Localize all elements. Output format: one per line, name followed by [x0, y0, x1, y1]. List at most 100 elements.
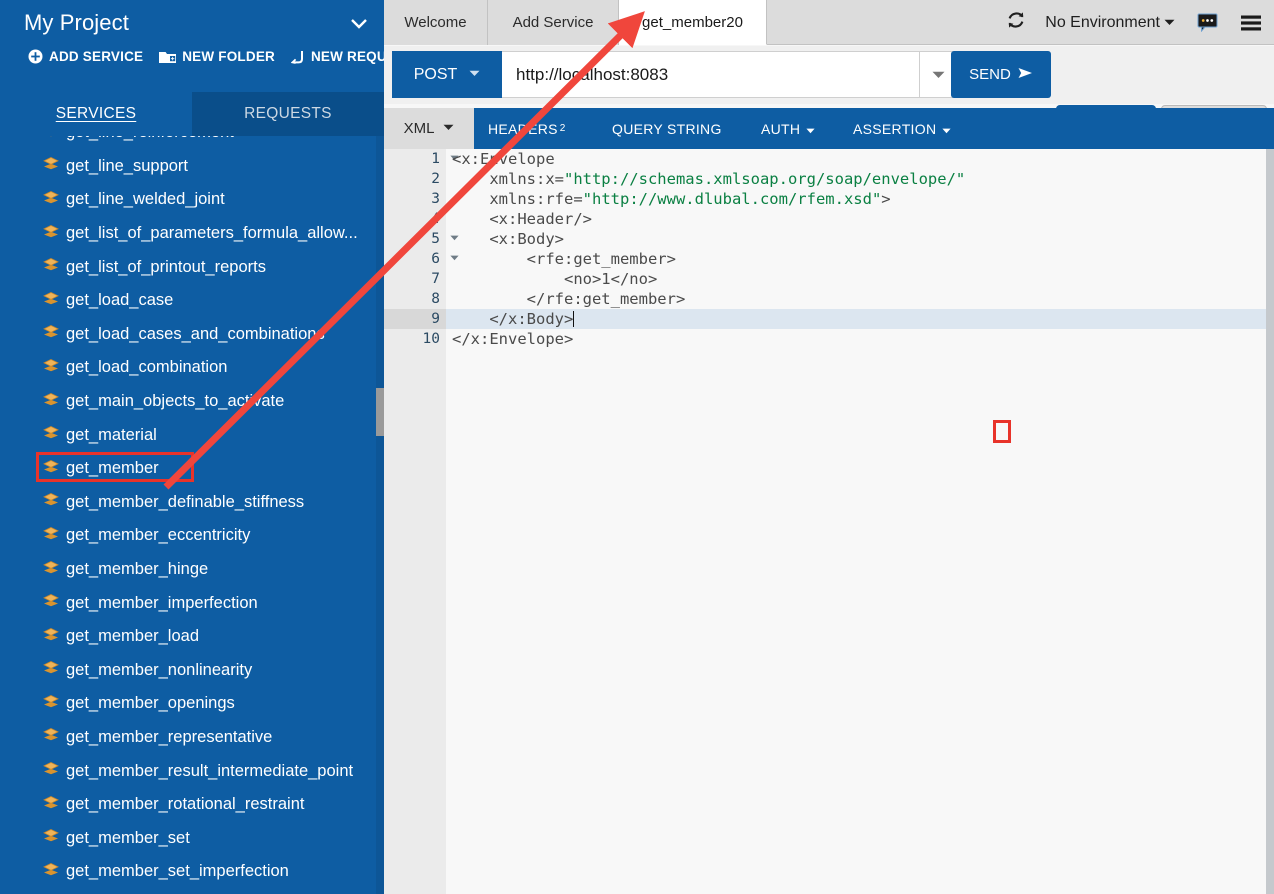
service-item[interactable]: get_member_load — [0, 620, 384, 654]
service-item[interactable]: get_list_of_parameters_formula_allow... — [0, 217, 384, 251]
new-request-button[interactable]: NEW REQUEST — [290, 49, 384, 64]
body-type-label: XML — [403, 120, 435, 137]
service-item-label: get_member_nonlinearity — [66, 660, 253, 679]
refresh-icon[interactable] — [1005, 9, 1027, 36]
tab-get-member20[interactable]: get_member20 — [619, 0, 767, 45]
add-service-button[interactable]: ADD SERVICE — [28, 49, 143, 64]
service-item[interactable]: get_member_nonlinearity — [0, 654, 384, 688]
service-item[interactable]: get_member_set_imperfection — [0, 855, 384, 889]
editor-code-line[interactable]: <no>1</no> — [446, 269, 1266, 289]
service-diamond-icon — [43, 291, 59, 310]
chevron-down-icon — [469, 69, 480, 80]
tab-welcome[interactable]: Welcome — [384, 0, 488, 45]
editor-code-line[interactable]: <x:Body> — [446, 229, 1266, 249]
service-item[interactable]: get_member_set — [0, 821, 384, 855]
service-item-label: get_load_cases_and_combinations — [66, 324, 325, 343]
chevron-down-icon — [806, 121, 815, 137]
sidebar-tabs: SERVICES REQUESTS — [0, 92, 384, 136]
body-type-selector[interactable]: XML — [384, 108, 474, 149]
sidebar-scrollbar-track[interactable] — [376, 136, 384, 894]
editor-code-line[interactable]: xmlns:x="http://schemas.xmlsoap.org/soap… — [446, 169, 1266, 189]
editor-code-line[interactable]: </rfe:get_member> — [446, 289, 1266, 309]
service-diamond-icon — [43, 862, 59, 881]
editor-line-number: 6 — [384, 249, 459, 269]
subnav-auth[interactable]: AUTH — [761, 108, 815, 149]
service-diamond-icon — [43, 426, 59, 445]
send-button[interactable]: SEND — [951, 51, 1051, 98]
editor-code-line[interactable]: xmlns:rfe="http://www.dlubal.com/rfem.xs… — [446, 189, 1266, 209]
service-item[interactable]: get_member — [0, 452, 384, 486]
service-diamond-icon — [43, 325, 59, 344]
environment-label[interactable]: No Environment — [1045, 14, 1160, 32]
service-diamond-icon — [43, 258, 59, 277]
editor-line-number: 5 — [384, 229, 459, 249]
service-item[interactable]: get_material — [0, 418, 384, 452]
service-item[interactable]: get_member_rotational_restraint — [0, 788, 384, 822]
request-subnav: XML HEADERS 2 QUERY STRING AUTH ASSERTION — [384, 108, 1274, 149]
new-folder-label: NEW FOLDER — [182, 49, 275, 64]
subnav-headers-label: HEADERS — [488, 120, 558, 137]
service-item-label: get_line_reinforcement — [66, 136, 234, 142]
editor-scrollbar-track[interactable] — [1266, 149, 1274, 894]
editor-code-area[interactable]: <x:Envelope xmlns:x="http://schemas.xmls… — [446, 149, 1266, 894]
service-diamond-icon — [43, 627, 59, 646]
new-folder-button[interactable]: NEW FOLDER — [159, 49, 275, 64]
editor-code-line[interactable]: <x:Envelope — [446, 149, 1266, 169]
service-diamond-icon — [43, 661, 59, 680]
service-item-label: get_member_imperfection — [66, 593, 258, 612]
service-diamond-icon — [43, 190, 59, 209]
url-input[interactable]: http://localhost:8083 — [502, 51, 920, 98]
subnav-headers[interactable]: HEADERS 2 — [488, 108, 566, 149]
sidebar-tab-requests[interactable]: REQUESTS — [192, 92, 384, 136]
service-item-label: get_member_openings — [66, 694, 235, 713]
service-list[interactable]: get_line_reinforcement get_line_supportge… — [0, 136, 384, 894]
service-item[interactable]: get_line_reinforcement — [0, 136, 384, 150]
project-header: My Project ADD SERVICE NEW FOLDER NEW RE… — [0, 0, 384, 92]
service-item[interactable]: get_member_result_intermediate_point — [0, 754, 384, 788]
hamburger-menu-icon[interactable] — [1240, 14, 1262, 32]
editor-code-line[interactable]: </x:Envelope> — [446, 329, 1266, 349]
chevron-down-icon[interactable] — [348, 14, 370, 36]
editor-code-line[interactable]: </x:Body> — [446, 309, 1266, 329]
service-diamond-icon — [43, 594, 59, 613]
service-item[interactable]: get_main_objects_to_activate — [0, 385, 384, 419]
service-diamond-icon — [43, 829, 59, 848]
service-item[interactable]: get_member_eccentricity — [0, 519, 384, 553]
xml-code-editor[interactable]: 1 2 3 4 5 6 7 8 9 10 <x:Envelope xmlns:x="http://… — [384, 149, 1274, 894]
service-item[interactable]: get_member_hinge — [0, 553, 384, 587]
new-request-icon — [290, 50, 305, 64]
service-item[interactable]: get_load_cases_and_combinations — [0, 318, 384, 352]
service-item[interactable]: get_line_welded_joint — [0, 183, 384, 217]
editor-line-number: 9 — [384, 309, 446, 329]
service-item[interactable]: get_line_support — [0, 150, 384, 184]
chat-bubble-icon[interactable] — [1197, 13, 1218, 32]
service-item[interactable]: get_member_imperfection — [0, 586, 384, 620]
service-item[interactable]: get_member_openings — [0, 687, 384, 721]
service-diamond-icon — [43, 459, 59, 478]
editor-line-number: 8 — [431, 291, 440, 307]
service-item-label: get_member_hinge — [66, 560, 209, 579]
service-item[interactable]: get_list_of_printout_reports — [0, 250, 384, 284]
service-item[interactable]: get_member_definable_stiffness — [0, 486, 384, 520]
sidebar-scrollbar-thumb[interactable] — [376, 388, 384, 436]
service-item-label: get_member_eccentricity — [66, 526, 251, 545]
sidebar-tab-services[interactable]: SERVICES — [0, 92, 192, 136]
tab-add-service[interactable]: Add Service — [488, 0, 619, 45]
request-url-bar: POST http://localhost:8083 SEND REQUEST … — [384, 46, 1274, 150]
editor-line-number: 2 — [431, 171, 440, 187]
editor-code-line[interactable]: <x:Header/> — [446, 209, 1266, 229]
subnav-auth-label: AUTH — [761, 120, 801, 137]
service-item[interactable]: get_member_representative — [0, 721, 384, 755]
chevron-down-icon[interactable] — [1164, 17, 1175, 29]
service-item[interactable]: get_load_combination — [0, 351, 384, 385]
subnav-query-string[interactable]: QUERY STRING — [612, 108, 722, 149]
service-diamond-icon — [43, 136, 59, 142]
plus-circle-icon — [28, 49, 43, 64]
subnav-assertion[interactable]: ASSERTION — [853, 108, 951, 149]
http-method-selector[interactable]: POST — [392, 51, 502, 98]
service-item[interactable]: get_load_case — [0, 284, 384, 318]
sidebar: My Project ADD SERVICE NEW FOLDER NEW RE… — [0, 0, 384, 894]
service-diamond-icon — [43, 694, 59, 713]
service-diamond-icon — [43, 358, 59, 377]
editor-code-line[interactable]: <rfe:get_member> — [446, 249, 1266, 269]
